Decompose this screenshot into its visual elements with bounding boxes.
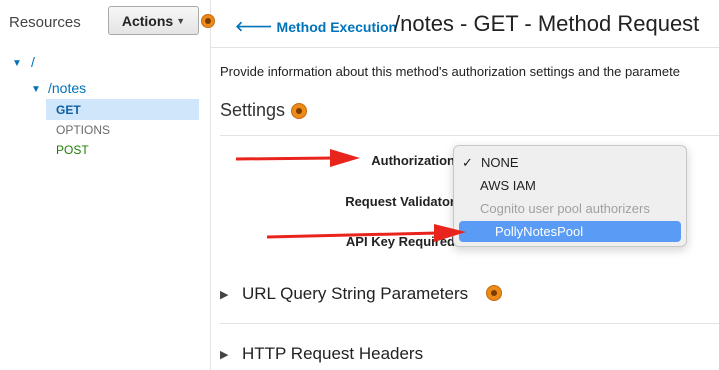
menu-option-aws-iam[interactable]: AWS IAM	[459, 175, 681, 196]
description-text: Provide information about this method's …	[220, 64, 680, 79]
divider	[211, 47, 719, 48]
method-options[interactable]: OPTIONS	[56, 123, 110, 137]
tree-expand-icon[interactable]: ▼	[12, 58, 22, 69]
resources-panel: Resources Actions ▼ ▼ / ▼ /notes GET OPT…	[0, 0, 211, 370]
url-query-params-section[interactable]: ▶ URL Query String Parameters	[220, 284, 468, 304]
info-icon[interactable]	[291, 103, 307, 119]
api-key-required-label: API Key Required	[345, 234, 455, 249]
tree-expand-icon[interactable]: ▼	[31, 84, 41, 95]
info-icon[interactable]	[201, 14, 215, 28]
http-request-headers-section[interactable]: ▶ HTTP Request Headers	[220, 344, 423, 364]
section-title: HTTP Request Headers	[242, 344, 424, 363]
section-title: URL Query String Parameters	[242, 284, 469, 303]
menu-option-none[interactable]: NONE	[459, 152, 681, 173]
authorization-label: Authorization	[371, 153, 455, 168]
caret-right-icon: ▶	[220, 348, 229, 361]
tree-item-notes[interactable]: /notes	[48, 80, 86, 96]
actions-label: Actions	[121, 12, 174, 29]
menu-group-cognito-authorizers: Cognito user pool authorizers	[480, 201, 650, 216]
settings-heading: Settings	[220, 100, 286, 120]
authorization-dropdown-menu[interactable]: ✓ NONE AWS IAM Cognito user pool authori…	[453, 145, 687, 247]
tree-item-root[interactable]: /	[31, 54, 35, 70]
actions-button[interactable]: Actions ▼	[108, 6, 199, 35]
caret-right-icon: ▶	[220, 288, 229, 301]
divider	[220, 135, 719, 136]
info-icon[interactable]	[486, 285, 502, 301]
red-arrow-authorization	[235, 149, 360, 167]
back-link-label: Method Execution	[276, 18, 398, 35]
method-get[interactable]: GET	[56, 103, 81, 117]
request-validator-label: Request Validator	[345, 194, 455, 209]
arrow-left-icon: 🡐	[235, 18, 273, 34]
resources-label: Resources	[9, 14, 81, 31]
menu-option-pollynotespool[interactable]: PollyNotesPool	[459, 221, 681, 242]
caret-down-icon: ▼	[176, 16, 186, 26]
page-title: /notes - GET - Method Request	[394, 11, 700, 36]
divider	[220, 323, 719, 324]
back-to-method-execution-link[interactable]: 🡐 Method Execution	[235, 18, 397, 35]
method-post[interactable]: POST	[56, 143, 89, 157]
